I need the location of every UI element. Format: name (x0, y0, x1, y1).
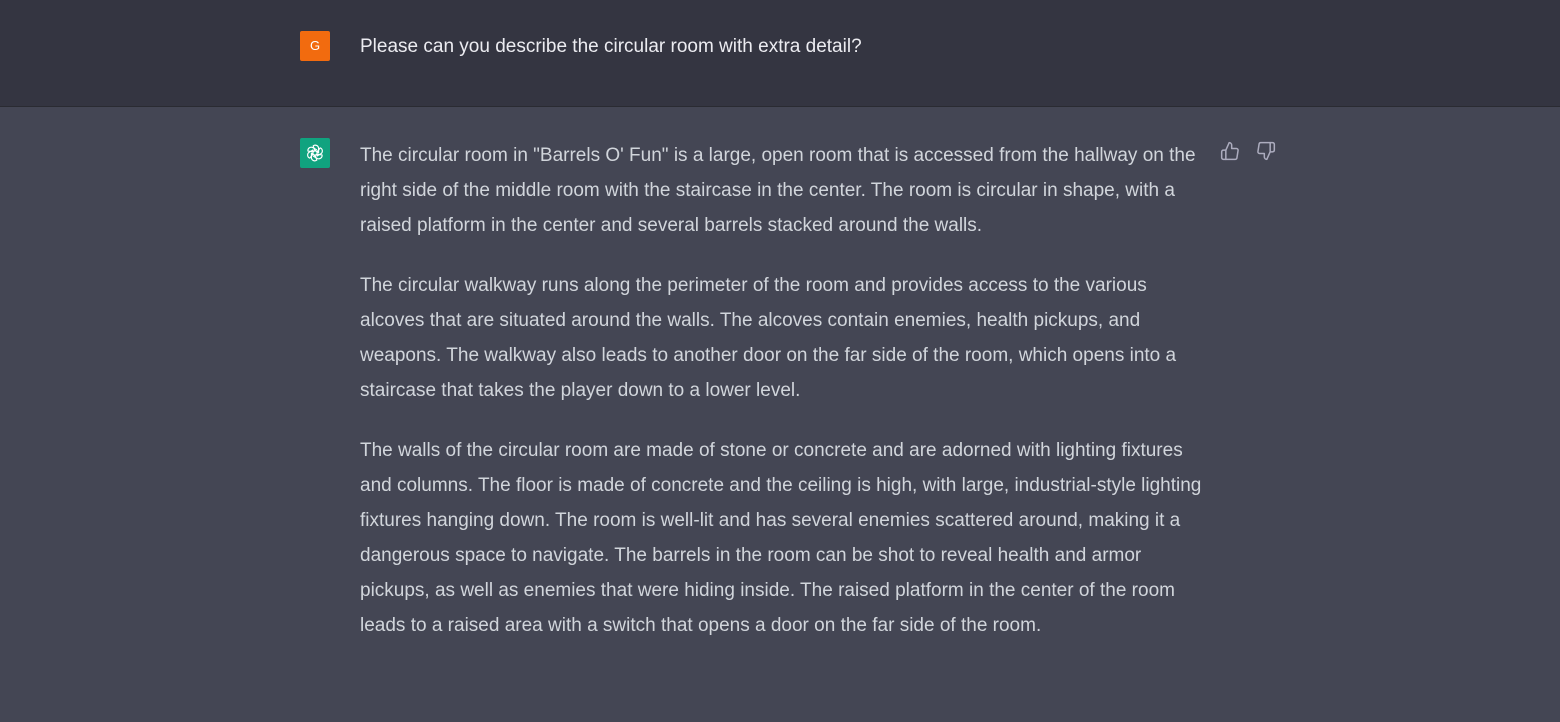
thumbs-down-icon (1257, 141, 1276, 161)
feedback-buttons (1219, 140, 1277, 162)
user-avatar: G (300, 31, 330, 61)
thumbs-up-button[interactable] (1219, 140, 1241, 162)
answer-paragraph: The circular room in "Barrels O' Fun" is… (360, 145, 1196, 236)
thumbs-down-button[interactable] (1255, 140, 1277, 162)
assistant-avatar (300, 138, 330, 168)
assistant-message-text: The circular room in "Barrels O' Fun" is… (360, 138, 1210, 668)
assistant-message-row: The circular room in "Barrels O' Fun" is… (0, 107, 1560, 722)
answer-paragraph: The walls of the circular room are made … (360, 440, 1202, 636)
user-message-row: G Please can you describe the circular r… (0, 0, 1560, 107)
answer-paragraph: The circular walkway runs along the peri… (360, 275, 1177, 401)
thumbs-up-icon (1220, 141, 1239, 161)
user-message-text: Please can you describe the circular roo… (360, 36, 862, 57)
openai-logo-icon (307, 144, 323, 162)
